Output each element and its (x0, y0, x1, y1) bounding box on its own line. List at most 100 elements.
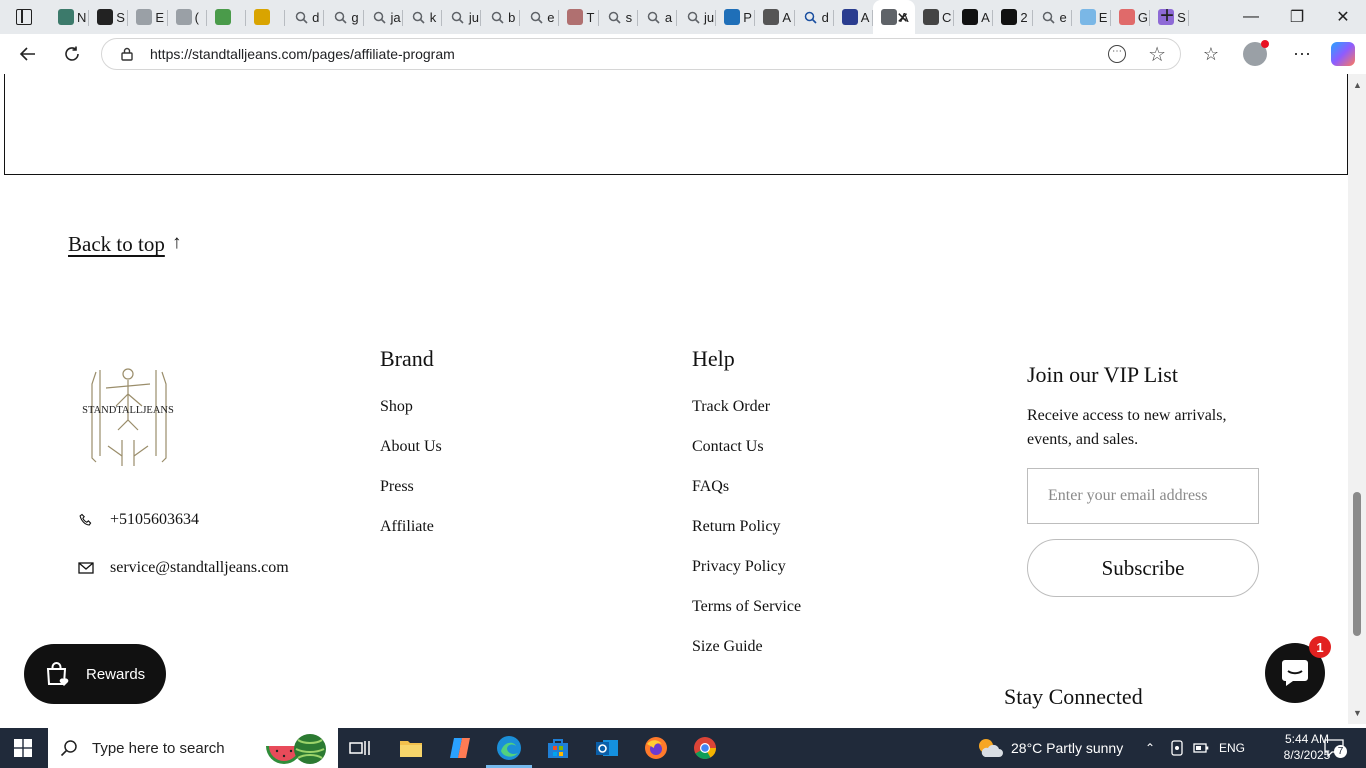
browser-tab-label: b (508, 9, 516, 25)
phone-icon (76, 513, 96, 527)
browser-tab[interactable]: T (559, 0, 599, 34)
standtalljeans-logo[interactable]: STANDTALLJEANS (78, 360, 178, 470)
favorite-star-icon[interactable]: ☆ (1148, 42, 1166, 67)
browser-tab-label: S (1177, 9, 1186, 25)
browser-tab[interactable]: d (285, 0, 325, 34)
browser-tab[interactable]: G (1111, 0, 1151, 34)
weather-widget[interactable]: 28°C Partly sunny (977, 728, 1123, 768)
browser-tab[interactable]: A (834, 0, 873, 34)
arrow-up-icon[interactable]: ↑ (172, 232, 182, 254)
browser-tab[interactable]: g (324, 0, 364, 34)
subscribe-button[interactable]: Subscribe (1027, 539, 1259, 597)
help-link-faqs[interactable]: FAQs (692, 478, 729, 496)
browser-tab[interactable]: A (755, 0, 795, 34)
show-hidden-icons-chevron-icon[interactable]: ⌃ (1145, 728, 1155, 768)
browser-tab[interactable]: a (638, 0, 677, 34)
browser-tab[interactable]: A ✕ (872, 0, 915, 34)
close-window-button[interactable]: ✕ (1320, 0, 1366, 34)
browser-tab[interactable]: C (915, 0, 955, 34)
browser-tab[interactable]: ju (442, 0, 482, 34)
tab-icon-active (880, 9, 897, 25)
scroll-up-arrow-icon[interactable]: ▲ (1353, 80, 1362, 90)
browser-tab[interactable]: b (481, 0, 521, 34)
browser-tab[interactable]: ( (168, 0, 207, 34)
mail-icon (76, 562, 96, 574)
browser-tab[interactable] (246, 0, 286, 34)
help-link-contact-us[interactable]: Contact Us (692, 438, 764, 456)
outlook-icon[interactable] (592, 733, 622, 763)
browser-tab[interactable]: e (1033, 0, 1072, 34)
copilot-icon[interactable] (1331, 42, 1355, 66)
browser-tab[interactable]: A (954, 0, 994, 34)
help-link-track-order[interactable]: Track Order (692, 398, 770, 416)
brand-link-press[interactable]: Press (380, 478, 414, 496)
minimize-button[interactable]: — (1228, 0, 1274, 34)
browser-tab[interactable]: 2 (993, 0, 1033, 34)
tab-icon-lines (922, 9, 939, 25)
help-link-privacy-policy[interactable]: Privacy Policy (692, 558, 786, 576)
browser-tab[interactable]: s (599, 0, 638, 34)
browser-tab-label: 2 (1020, 9, 1028, 25)
task-view-icon[interactable] (345, 733, 375, 763)
chrome-icon[interactable] (690, 733, 720, 763)
tab-icon-y (253, 9, 270, 25)
scroll-down-arrow-icon[interactable]: ▼ (1353, 708, 1362, 718)
scrollbar-thumb[interactable] (1353, 492, 1361, 636)
battery-icon[interactable] (1193, 728, 1209, 768)
brand-link-shop[interactable]: Shop (380, 398, 413, 416)
browser-tab[interactable]: N (50, 0, 90, 34)
help-link-terms-of-service[interactable]: Terms of Service (692, 598, 801, 616)
tab-actions-icon[interactable] (10, 8, 38, 26)
back-button[interactable] (16, 42, 40, 66)
edge-browser-icon[interactable] (486, 733, 532, 768)
back-to-top-link[interactable]: Back to top (68, 232, 165, 257)
help-link-return-policy[interactable]: Return Policy (692, 518, 780, 536)
address-bar[interactable]: https://standtalljeans.com/pages/affilia… (101, 38, 1181, 70)
browser-tab[interactable]: d (795, 0, 834, 34)
page-scrollbar[interactable]: ▲ ▼ (1348, 74, 1366, 724)
page-actions-icon[interactable]: ⋯ (1108, 45, 1126, 63)
notification-center-icon[interactable]: 7 (1324, 739, 1347, 758)
copilot-app-icon[interactable] (445, 733, 475, 763)
browser-tab-label: ju (468, 9, 479, 25)
brand-link-about-us[interactable]: About Us (380, 438, 442, 456)
favorites-icon[interactable]: ☆ (1198, 42, 1224, 66)
microsoft-store-icon[interactable] (543, 733, 573, 763)
windows-start-icon[interactable] (14, 739, 32, 757)
browser-tab[interactable]: e (520, 0, 560, 34)
browser-tab[interactable] (207, 0, 246, 34)
vip-email-input[interactable] (1027, 468, 1259, 524)
settings-more-icon[interactable]: ⋯ (1289, 42, 1315, 66)
file-explorer-icon[interactable] (396, 733, 426, 763)
browser-tab[interactable]: E (1072, 0, 1111, 34)
url-text[interactable]: https://standtalljeans.com/pages/affilia… (150, 46, 455, 62)
phone-number[interactable]: +5105603634 (110, 511, 199, 529)
weather-text: 28°C Partly sunny (1011, 740, 1124, 756)
help-link-size-guide[interactable]: Size Guide (692, 638, 763, 656)
taskbar-search-placeholder: Type here to search (92, 739, 225, 757)
browser-tab-label: A (981, 9, 990, 25)
maximize-button[interactable]: ❐ (1274, 0, 1320, 34)
refresh-button[interactable] (60, 42, 84, 66)
new-tab-button[interactable]: + (1160, 4, 1174, 28)
input-language-indicator[interactable]: ENG (1219, 728, 1245, 768)
firefox-icon[interactable] (641, 733, 671, 763)
search-icon (685, 9, 701, 25)
watermelon-search-highlight-icon[interactable] (262, 732, 328, 766)
browser-tab[interactable]: S (89, 0, 129, 34)
browser-tab[interactable]: ja (364, 0, 403, 34)
rewards-launcher-button[interactable]: Rewards (24, 644, 166, 704)
browser-tab[interactable]: ju (677, 0, 717, 34)
profile-avatar[interactable] (1243, 40, 1269, 66)
browser-tab[interactable]: k (403, 0, 442, 34)
browser-tab[interactable]: P (716, 0, 756, 34)
search-icon (372, 9, 388, 25)
search-icon (1041, 9, 1057, 25)
close-tab-icon[interactable]: ✕ (896, 9, 909, 27)
browser-tab[interactable]: E (128, 0, 168, 34)
search-icon (646, 9, 662, 25)
brand-link-affiliate[interactable]: Affiliate (380, 518, 434, 536)
meet-now-icon[interactable] (1170, 728, 1184, 768)
email-address[interactable]: service@standtalljeans.com (110, 559, 289, 577)
site-info-icon[interactable] (120, 47, 134, 61)
